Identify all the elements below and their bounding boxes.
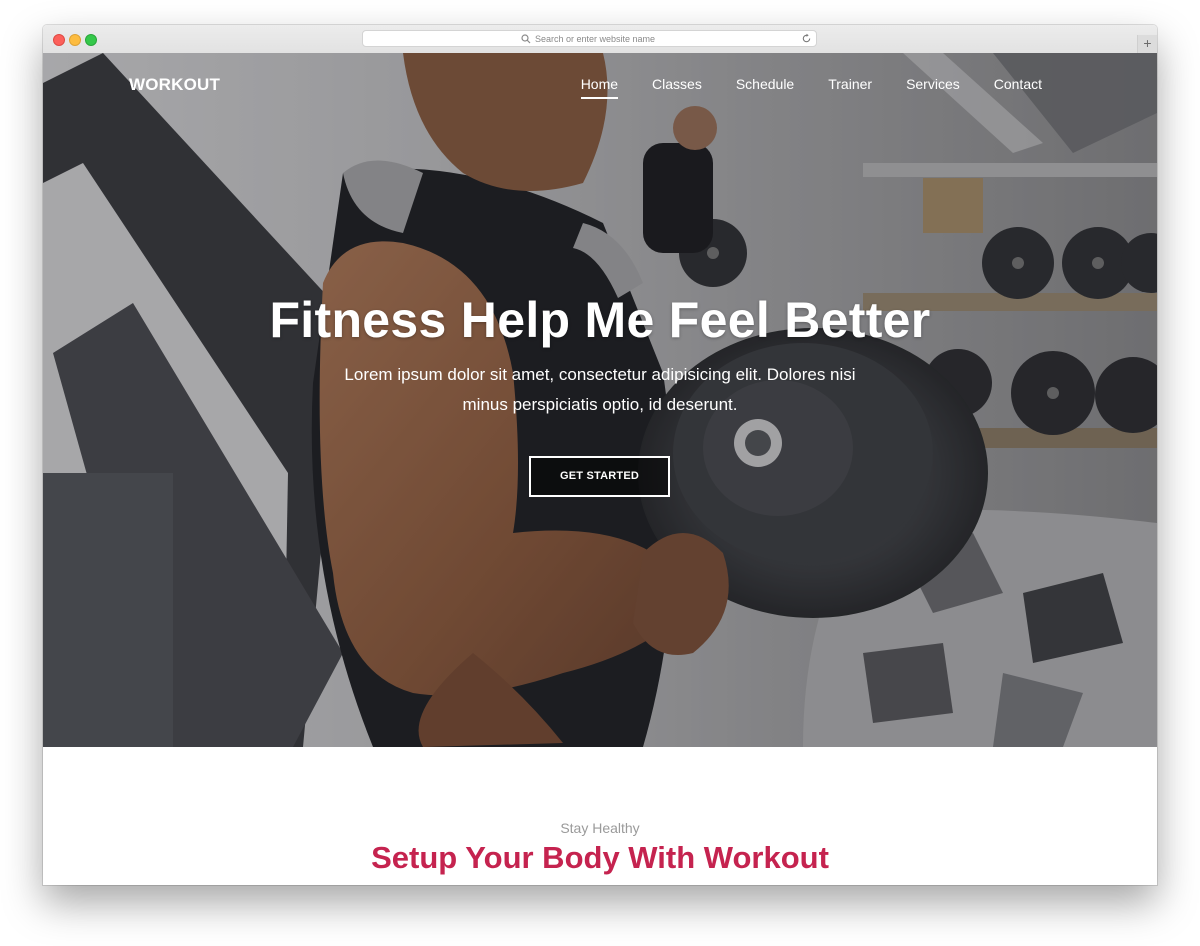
- intro-section: Stay Healthy Setup Your Body With Workou…: [43, 747, 1157, 885]
- site-logo[interactable]: WORKOUT: [129, 75, 220, 95]
- main-navigation: Home Classes Schedule Trainer Services C…: [547, 76, 1042, 99]
- address-bar-placeholder: Search or enter website name: [535, 34, 656, 44]
- nav-item-trainer[interactable]: Trainer: [828, 76, 872, 92]
- section-eyebrow: Stay Healthy: [560, 820, 640, 836]
- close-window-icon[interactable]: [53, 34, 65, 46]
- browser-window: Search or enter website name + WORKOUT H…: [43, 25, 1157, 885]
- address-bar[interactable]: Search or enter website name: [362, 30, 817, 47]
- hero-section: WORKOUT Home Classes Schedule Trainer Se…: [43, 53, 1157, 747]
- reload-icon[interactable]: [801, 33, 812, 44]
- new-tab-button[interactable]: +: [1137, 35, 1157, 53]
- nav-item-home[interactable]: Home: [580, 76, 619, 99]
- zoom-window-icon[interactable]: [85, 34, 97, 46]
- section-title: Setup Your Body With Workout: [371, 840, 829, 875]
- get-started-button[interactable]: GET STARTED: [529, 456, 670, 497]
- nav-item-classes[interactable]: Classes: [652, 76, 702, 92]
- nav-item-services[interactable]: Services: [906, 76, 960, 92]
- minimize-window-icon[interactable]: [69, 34, 81, 46]
- hero-title: Fitness Help Me Feel Better: [269, 292, 931, 348]
- browser-titlebar: Search or enter website name +: [43, 25, 1157, 54]
- search-icon: [521, 34, 531, 44]
- nav-item-contact[interactable]: Contact: [994, 76, 1042, 92]
- hero-subtitle: Lorem ipsum dolor sit amet, consectetur …: [344, 365, 856, 414]
- nav-item-schedule[interactable]: Schedule: [736, 76, 794, 92]
